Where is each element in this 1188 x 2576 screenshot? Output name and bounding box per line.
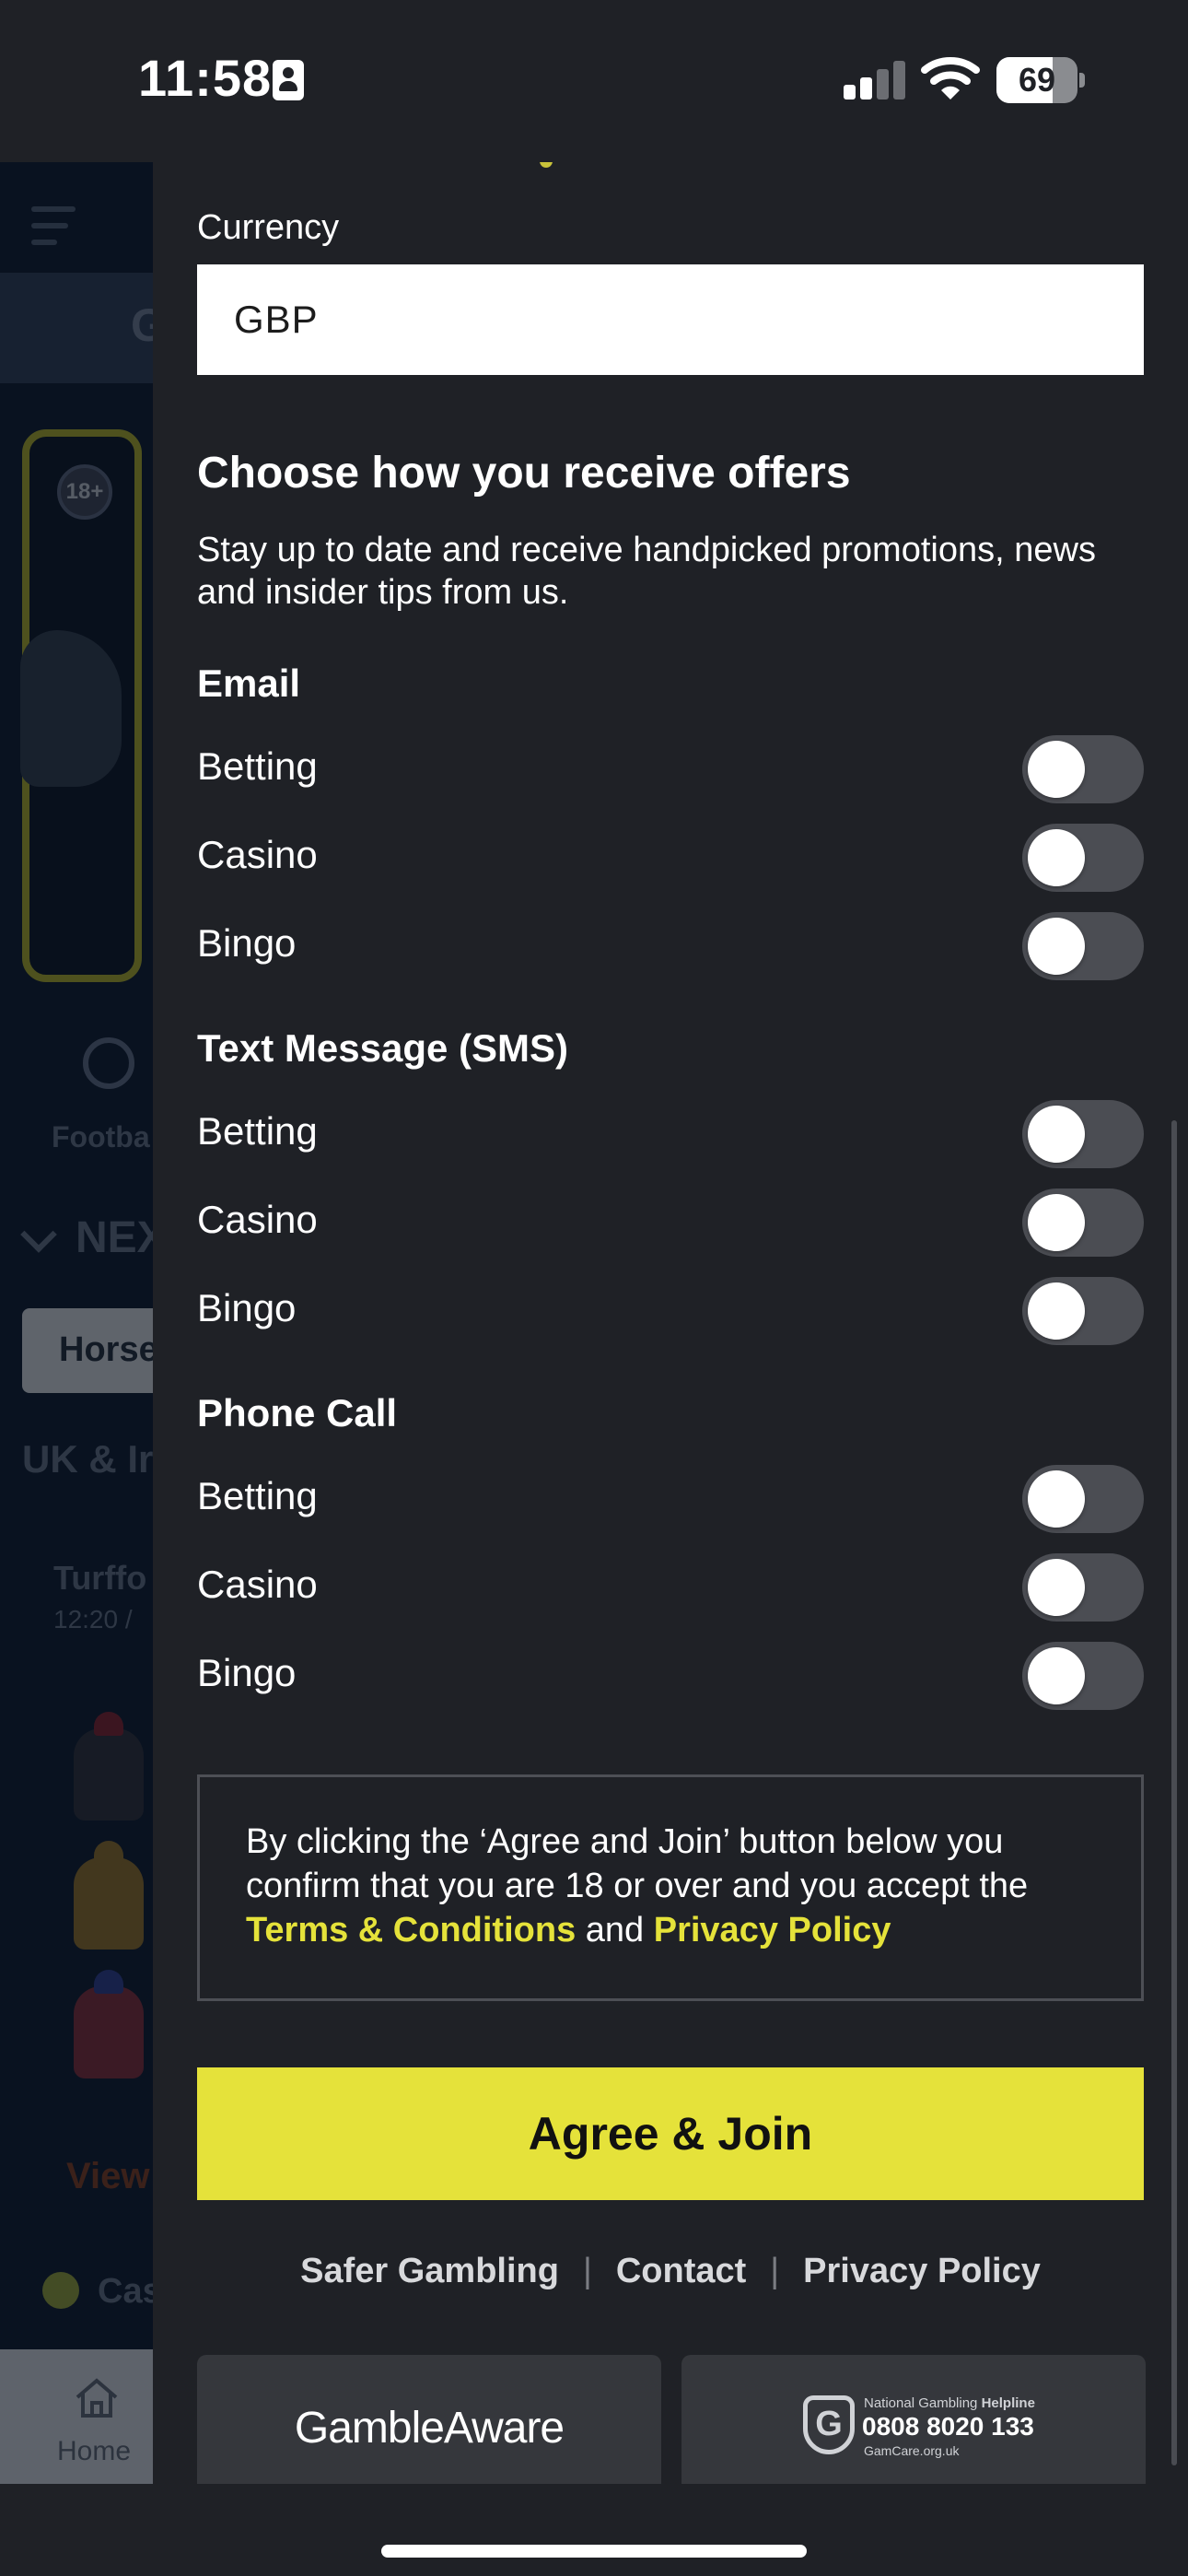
phone-betting-label: Betting bbox=[197, 1474, 318, 1517]
toggle-knob bbox=[1028, 741, 1085, 798]
sms-casino-toggle[interactable] bbox=[1022, 1188, 1144, 1257]
background-filter-pill: Horse bbox=[22, 1308, 153, 1393]
email-betting-toggle[interactable] bbox=[1022, 735, 1144, 803]
gamcare-g-icon: G bbox=[803, 2395, 855, 2454]
phone-casino-toggle[interactable] bbox=[1022, 1553, 1144, 1622]
background-promo-card: 18+ bbox=[20, 429, 142, 982]
background-race-time: 12:20 / bbox=[53, 1605, 133, 1633]
consent-and: and bbox=[585, 1911, 645, 1950]
sms-betting-label: Betting bbox=[197, 1109, 318, 1153]
background-next-heading: NEX bbox=[76, 1213, 153, 1262]
contact-card-icon bbox=[273, 60, 304, 100]
consent-box: By clicking the ‘Agree and Join’ button … bbox=[197, 1774, 1144, 2001]
phone-bingo-label: Bingo bbox=[197, 1651, 297, 1694]
registration-sheet: Currency Choose how you receive offers S… bbox=[153, 162, 1188, 2484]
cherries-icon bbox=[42, 2272, 79, 2309]
menu-search-icon bbox=[31, 206, 96, 252]
jockey-silk-icon bbox=[74, 1970, 144, 2078]
offers-description: Stay up to date and receive handpicked p… bbox=[197, 531, 1096, 612]
background-tab-bar: G bbox=[0, 273, 153, 383]
gamcare-line1: National Gambling Helpline bbox=[864, 2395, 1035, 2411]
background-bottom-nav: Home bbox=[0, 2349, 153, 2484]
terms-conditions-link[interactable]: Terms & Conditions bbox=[246, 1911, 576, 1950]
battery-icon: 69 bbox=[996, 57, 1085, 103]
email-group-title: Email bbox=[197, 662, 301, 705]
chevron-down-icon bbox=[20, 1216, 57, 1253]
sms-bingo-label: Bingo bbox=[197, 1286, 297, 1329]
email-bingo-toggle[interactable] bbox=[1022, 912, 1144, 980]
gambleaware-logo[interactable]: GambleAware bbox=[197, 2355, 661, 2484]
toggle-knob bbox=[1028, 1106, 1085, 1163]
status-time: 11:58 bbox=[138, 49, 273, 107]
phone-group-title: Phone Call bbox=[197, 1391, 398, 1434]
email-casino-label: Casino bbox=[197, 833, 318, 876]
greyhound-image bbox=[20, 630, 122, 787]
football-icon bbox=[83, 1037, 134, 1089]
sms-bingo-toggle[interactable] bbox=[1022, 1277, 1144, 1345]
toggle-knob bbox=[1028, 829, 1085, 886]
toggle-knob bbox=[1028, 1194, 1085, 1251]
phone-bingo-toggle[interactable] bbox=[1022, 1642, 1144, 1710]
background-category-label: Footba bbox=[52, 1120, 150, 1153]
email-bingo-label: Bingo bbox=[197, 921, 297, 965]
gamcare-site: GamCare.org.uk bbox=[864, 2443, 960, 2458]
jockey-silk-icon bbox=[74, 1712, 144, 1821]
footer-privacy-policy-link[interactable]: Privacy Policy bbox=[803, 2252, 1041, 2290]
age-restriction-badge: 18+ bbox=[57, 464, 112, 520]
background-view-link: View bbox=[66, 2156, 150, 2196]
footer-links: Safer Gambling | Contact | Privacy Policy bbox=[153, 2252, 1188, 2291]
gamcare-helpline-logo[interactable]: G National Gambling Helpline 0808 8020 1… bbox=[681, 2355, 1146, 2484]
currency-label: Currency bbox=[197, 208, 340, 247]
background-region-label: UK & Ir bbox=[22, 1437, 153, 1481]
offers-heading: Choose how you receive offers bbox=[197, 449, 851, 498]
wifi-icon bbox=[921, 57, 980, 100]
footer-separator: | bbox=[770, 2252, 780, 2290]
email-casino-toggle[interactable] bbox=[1022, 824, 1144, 892]
screen: 11:58 69 G 18+ Footba NEX Horse UK & Ir … bbox=[0, 0, 1188, 2576]
toggle-knob bbox=[1028, 1647, 1085, 1704]
contact-link[interactable]: Contact bbox=[616, 2252, 746, 2290]
background-app: G 18+ Footba NEX Horse UK & Ir Turffo 12… bbox=[0, 162, 153, 2484]
home-indicator-area bbox=[0, 2484, 1188, 2576]
toggle-knob bbox=[1028, 1559, 1085, 1616]
background-casino-label: Cas bbox=[98, 2272, 153, 2311]
gambleaware-wordmark: GambleAware bbox=[294, 2404, 565, 2453]
battery-percent: 69 bbox=[1018, 61, 1056, 99]
toggle-knob bbox=[1028, 918, 1085, 975]
privacy-policy-link[interactable]: Privacy Policy bbox=[654, 1911, 891, 1950]
email-betting-label: Betting bbox=[197, 744, 318, 788]
footer-separator: | bbox=[582, 2252, 592, 2290]
accent-mark bbox=[540, 162, 553, 168]
toggle-knob bbox=[1028, 1470, 1085, 1528]
consent-text: By clicking the ‘Agree and Join’ button … bbox=[246, 1822, 1029, 1905]
phone-betting-toggle[interactable] bbox=[1022, 1465, 1144, 1533]
status-bar: 11:58 69 bbox=[0, 0, 1188, 162]
sms-betting-toggle[interactable] bbox=[1022, 1100, 1144, 1168]
phone-casino-label: Casino bbox=[197, 1563, 318, 1606]
background-race-name: Turffo bbox=[53, 1559, 147, 1597]
toggle-knob bbox=[1028, 1282, 1085, 1340]
agree-join-button[interactable]: Agree & Join bbox=[197, 2067, 1144, 2200]
home-tab-label: Home bbox=[57, 2436, 132, 2466]
jockey-silk-icon bbox=[74, 1841, 144, 1950]
sms-casino-label: Casino bbox=[197, 1198, 318, 1241]
safer-gambling-link[interactable]: Safer Gambling bbox=[300, 2252, 559, 2290]
gamcare-phone: 0808 8020 133 bbox=[862, 2412, 1034, 2441]
home-indicator[interactable] bbox=[381, 2545, 807, 2558]
currency-field[interactable] bbox=[197, 264, 1144, 375]
cellular-signal-icon bbox=[840, 57, 905, 100]
sms-group-title: Text Message (SMS) bbox=[197, 1026, 568, 1070]
home-icon bbox=[76, 2378, 118, 2418]
